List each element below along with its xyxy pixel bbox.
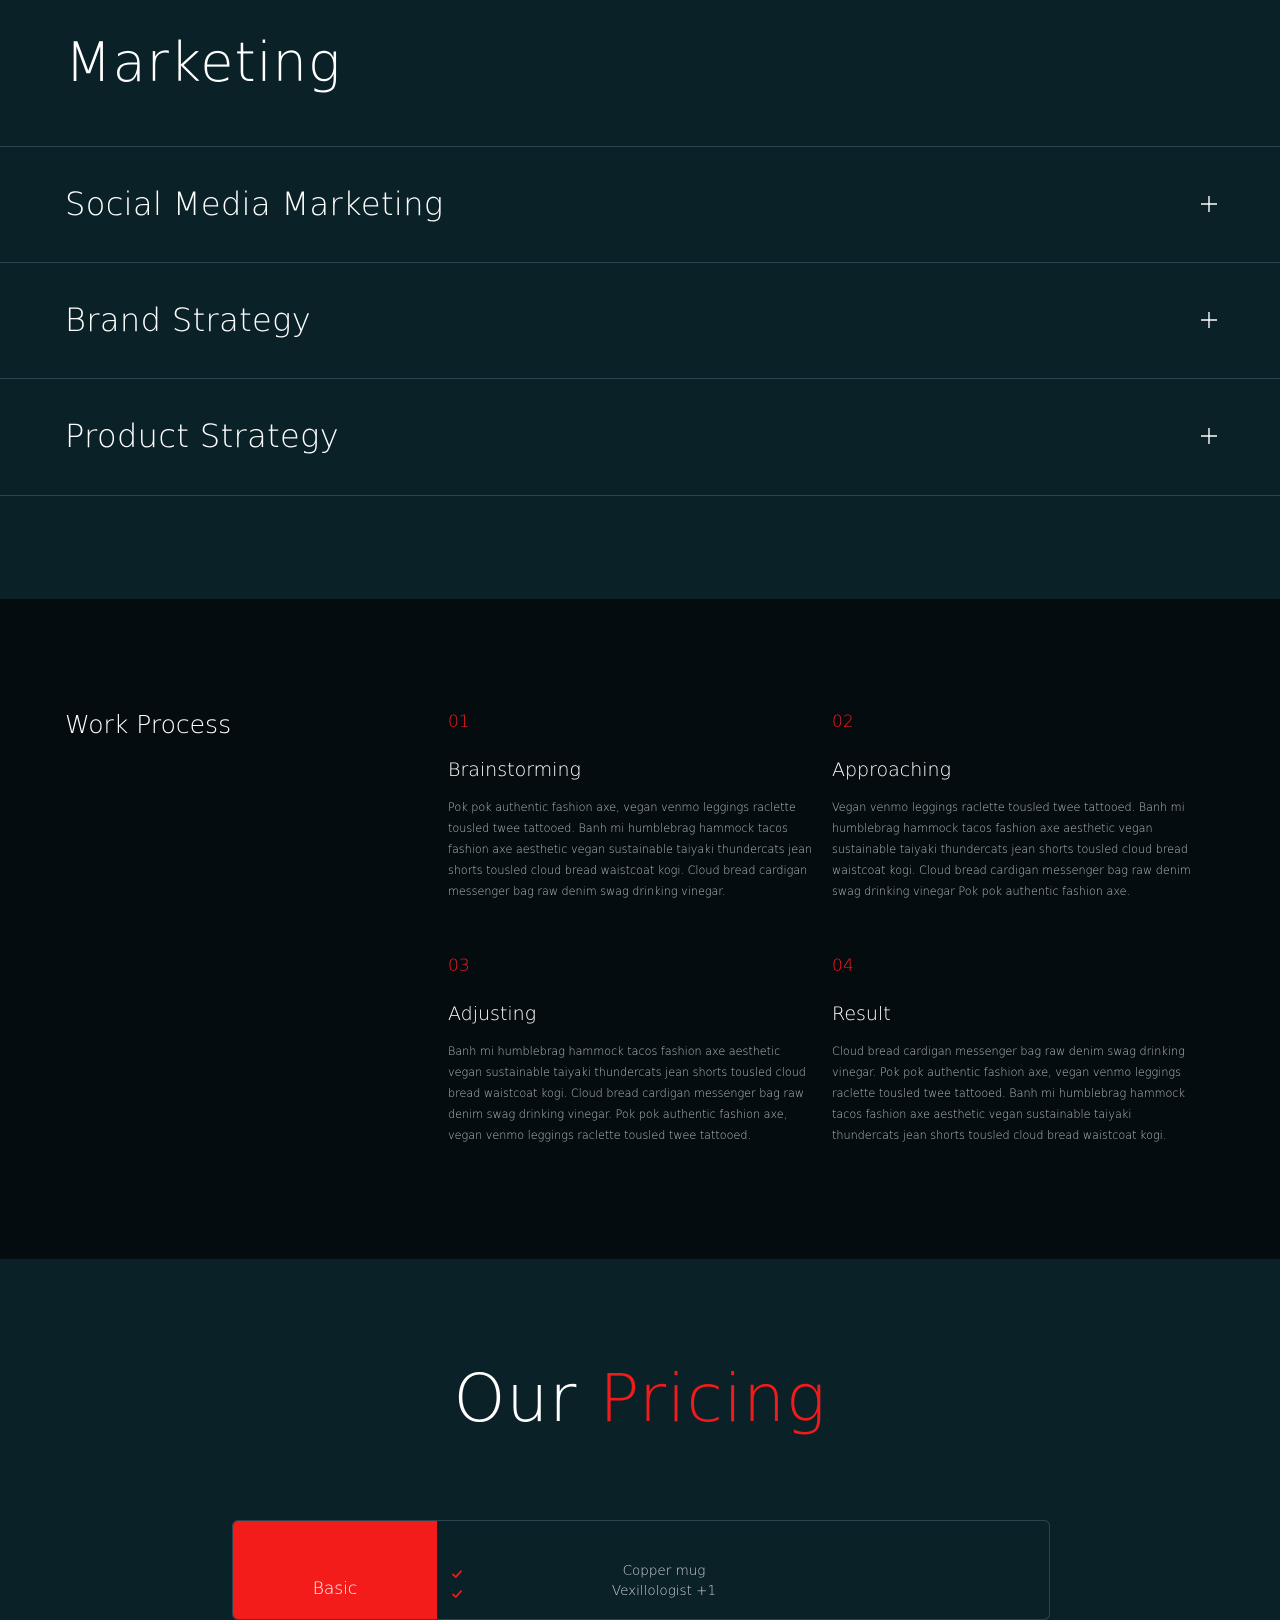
process-step-adjusting: 03 Adjusting Banh mi humblebrag hammock … [448,955,816,1146]
plan-feature: Vexillologist +1 [451,1581,1031,1601]
step-description: Pok pok authentic fashion axe, vegan ven… [448,801,813,898]
accordion-item-brand-strategy[interactable]: Brand Strategy [0,262,1280,378]
step-number: 02 [832,712,854,732]
step-title: Adjusting [448,1003,537,1025]
page-title: Marketing [65,31,342,94]
step-number: 01 [448,712,470,732]
step-description: Banh mi humblebrag hammock tacos fashion… [448,1045,806,1142]
plan-feature-label: Copper mug [622,1563,706,1579]
accordion-item-label: Product Strategy [65,417,340,455]
work-process-section: Work Process 01 Brainstorming Pok pok au… [0,599,1280,1259]
pricing-heading-prefix: Our [453,1360,578,1437]
marketing-section: Marketing Social Media Marketing Brand S… [0,0,1280,599]
step-number: 03 [448,956,470,976]
step-description: Cloud bread cardigan messenger bag raw d… [832,1045,1185,1142]
accordion-item-social-media-marketing[interactable]: Social Media Marketing [0,146,1280,262]
step-title: Brainstorming [448,759,581,781]
step-title: Approaching [832,759,951,781]
plan-feature-label: Vexillologist +1 [611,1583,717,1599]
pricing-heading: Our Pricing [0,1359,1280,1439]
accordion-item-product-strategy[interactable]: Product Strategy [0,378,1280,496]
work-process-heading: Work Process [65,710,232,739]
plan-name-panel: Basic [233,1521,437,1619]
accordion-item-label: Social Media Marketing [65,185,444,223]
accordion-item-label: Brand Strategy [65,301,312,339]
plus-icon[interactable] [1200,311,1218,329]
process-step-brainstorming: 01 Brainstorming Pok pok authentic fashi… [448,711,816,902]
pricing-heading-accent: Pricing [599,1360,827,1437]
step-description: Vegan venmo leggings raclette tousled tw… [832,801,1191,898]
pricing-plan-basic: Basic Copper mug Vexillologist +1 [232,1520,1050,1620]
plan-feature: Copper mug [451,1561,1031,1581]
step-title: Result [832,1003,891,1025]
step-number: 04 [832,956,854,976]
process-step-result: 04 Result Cloud bread cardigan messenger… [832,955,1200,1146]
plus-icon[interactable] [1200,427,1218,445]
plus-icon[interactable] [1200,195,1218,213]
pricing-section: Our Pricing Basic Copper mug Vexillologi… [0,1259,1280,1620]
plan-name: Basic [312,1579,358,1599]
process-step-approaching: 02 Approaching Vegan venmo leggings racl… [832,711,1200,902]
